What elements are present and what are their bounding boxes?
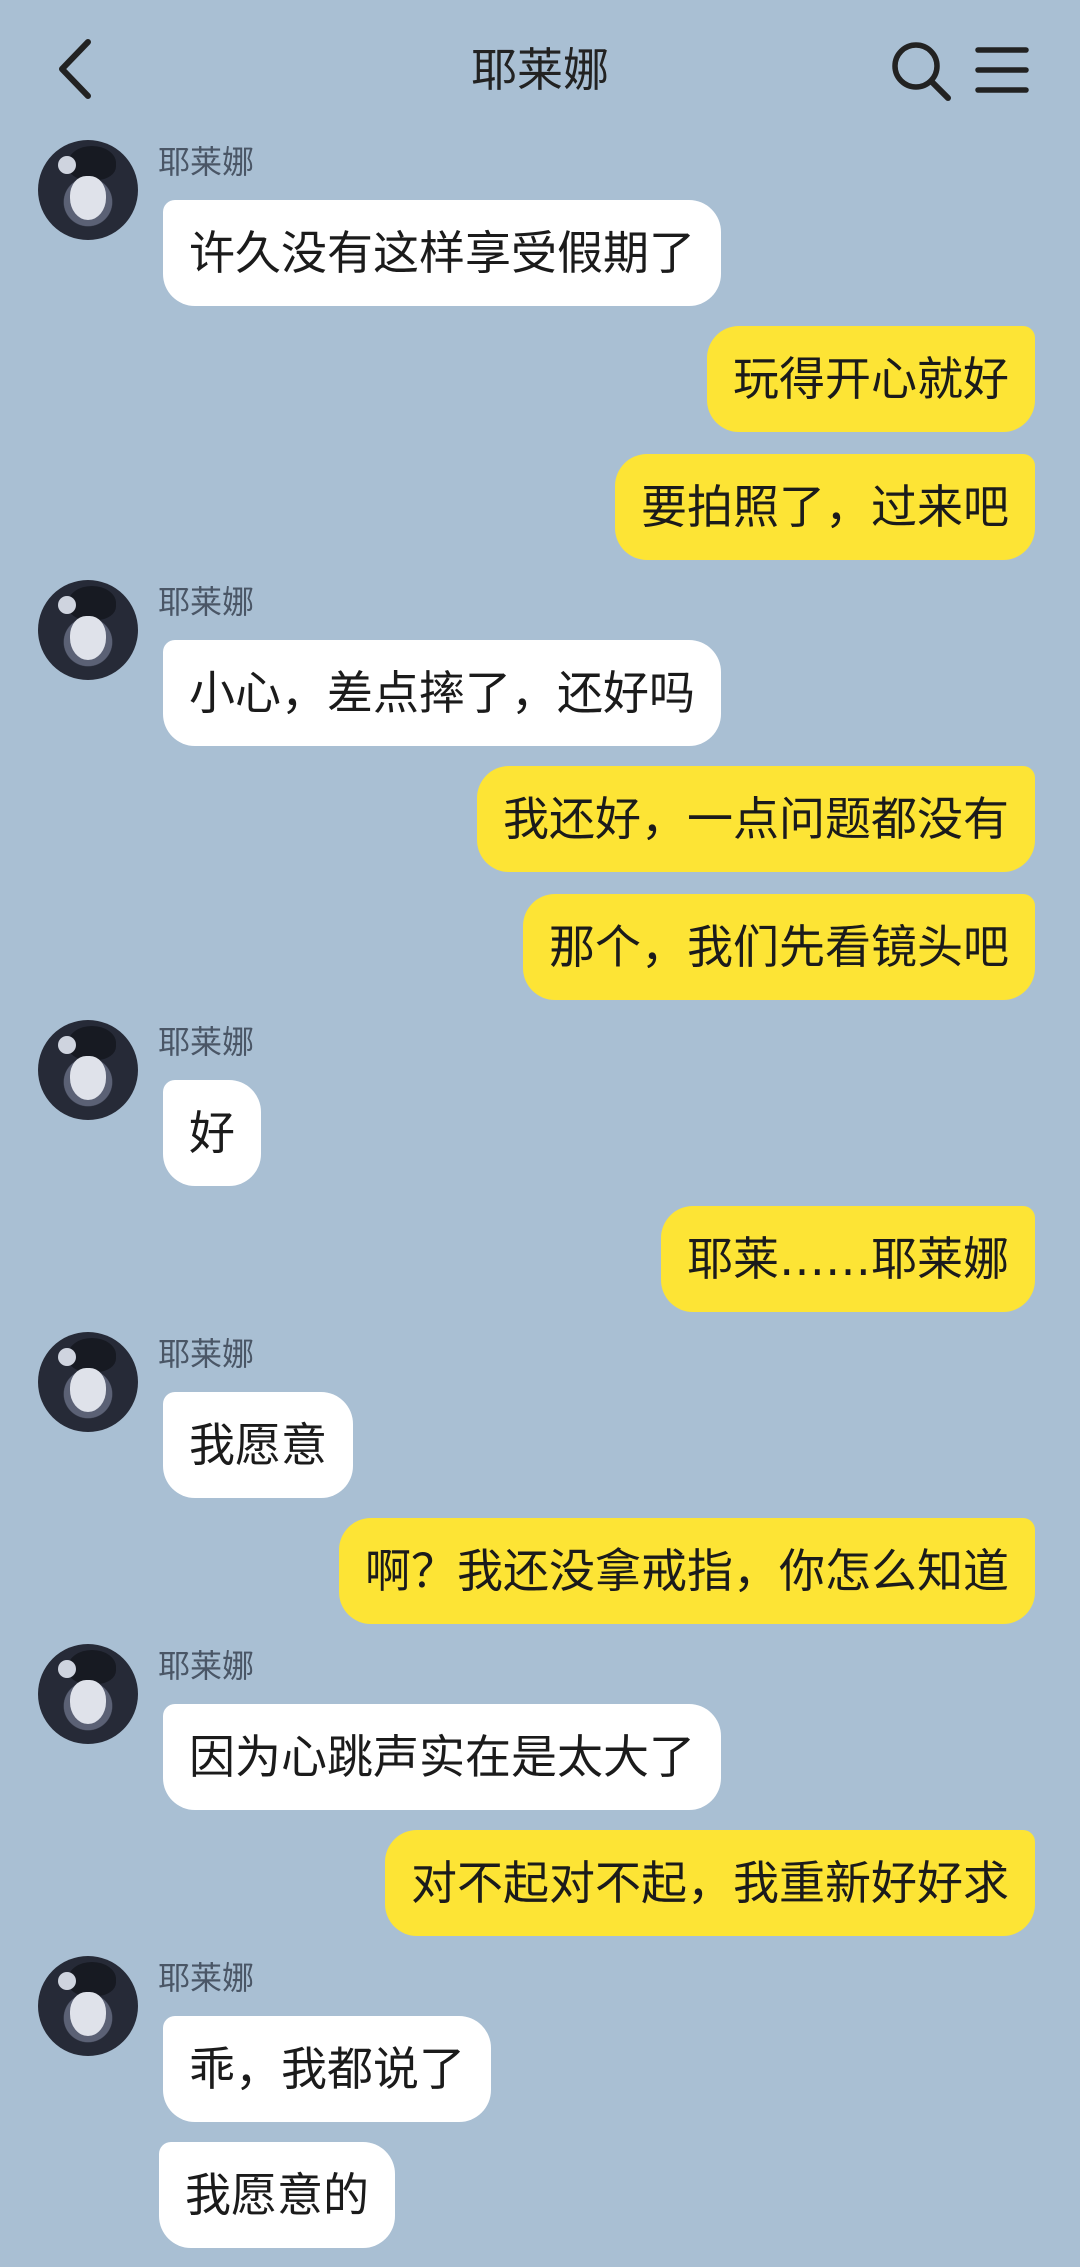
incoming-message-bubble[interactable]: 因为心跳声实在是太大了 xyxy=(163,1704,721,1810)
search-icon xyxy=(892,42,951,101)
sender-name: 耶莱娜 xyxy=(158,1647,255,1685)
outgoing-message-bubble[interactable]: 我还好，一点问题都没有 xyxy=(477,766,1035,872)
incoming-message-bubble[interactable]: 乖，我都说了 xyxy=(163,2016,491,2122)
outgoing-message-bubble[interactable]: 对不起对不起，我重新好好求 xyxy=(385,1830,1035,1936)
outgoing-message-bubble[interactable]: 玩得开心就好 xyxy=(707,326,1035,432)
incoming-message-bubble[interactable]: 好 xyxy=(163,1080,261,1186)
incoming-message-bubble[interactable]: 我愿意的 xyxy=(159,2142,395,2248)
sender-name: 耶莱娜 xyxy=(158,1959,255,1997)
outgoing-message-bubble[interactable]: 耶莱……耶莱娜 xyxy=(661,1206,1035,1312)
contact-avatar[interactable] xyxy=(38,580,138,680)
outgoing-message-bubble[interactable]: 要拍照了，过来吧 xyxy=(615,454,1035,560)
sender-name: 耶莱娜 xyxy=(158,583,255,621)
top-bar: 耶莱娜 xyxy=(0,0,1080,140)
contact-avatar[interactable] xyxy=(38,1332,138,1432)
menu-button[interactable] xyxy=(974,44,1030,96)
search-button[interactable] xyxy=(888,38,954,104)
incoming-message-bubble[interactable]: 许久没有这样享受假期了 xyxy=(163,200,721,306)
contact-avatar[interactable] xyxy=(38,140,138,240)
menu-icon xyxy=(975,47,1029,93)
incoming-message-bubble[interactable]: 我愿意 xyxy=(163,1392,353,1498)
contact-avatar[interactable] xyxy=(38,1956,138,2056)
outgoing-message-bubble[interactable]: 啊？我还没拿戒指，你怎么知道 xyxy=(339,1518,1035,1624)
sender-name: 耶莱娜 xyxy=(158,1023,255,1061)
contact-avatar[interactable] xyxy=(38,1644,138,1744)
contact-avatar[interactable] xyxy=(38,1020,138,1120)
sender-name: 耶莱娜 xyxy=(158,143,255,181)
outgoing-message-bubble[interactable]: 那个，我们先看镜头吧 xyxy=(523,894,1035,1000)
incoming-message-bubble[interactable]: 小心，差点摔了，还好吗 xyxy=(163,640,721,746)
sender-name: 耶莱娜 xyxy=(158,1335,255,1373)
